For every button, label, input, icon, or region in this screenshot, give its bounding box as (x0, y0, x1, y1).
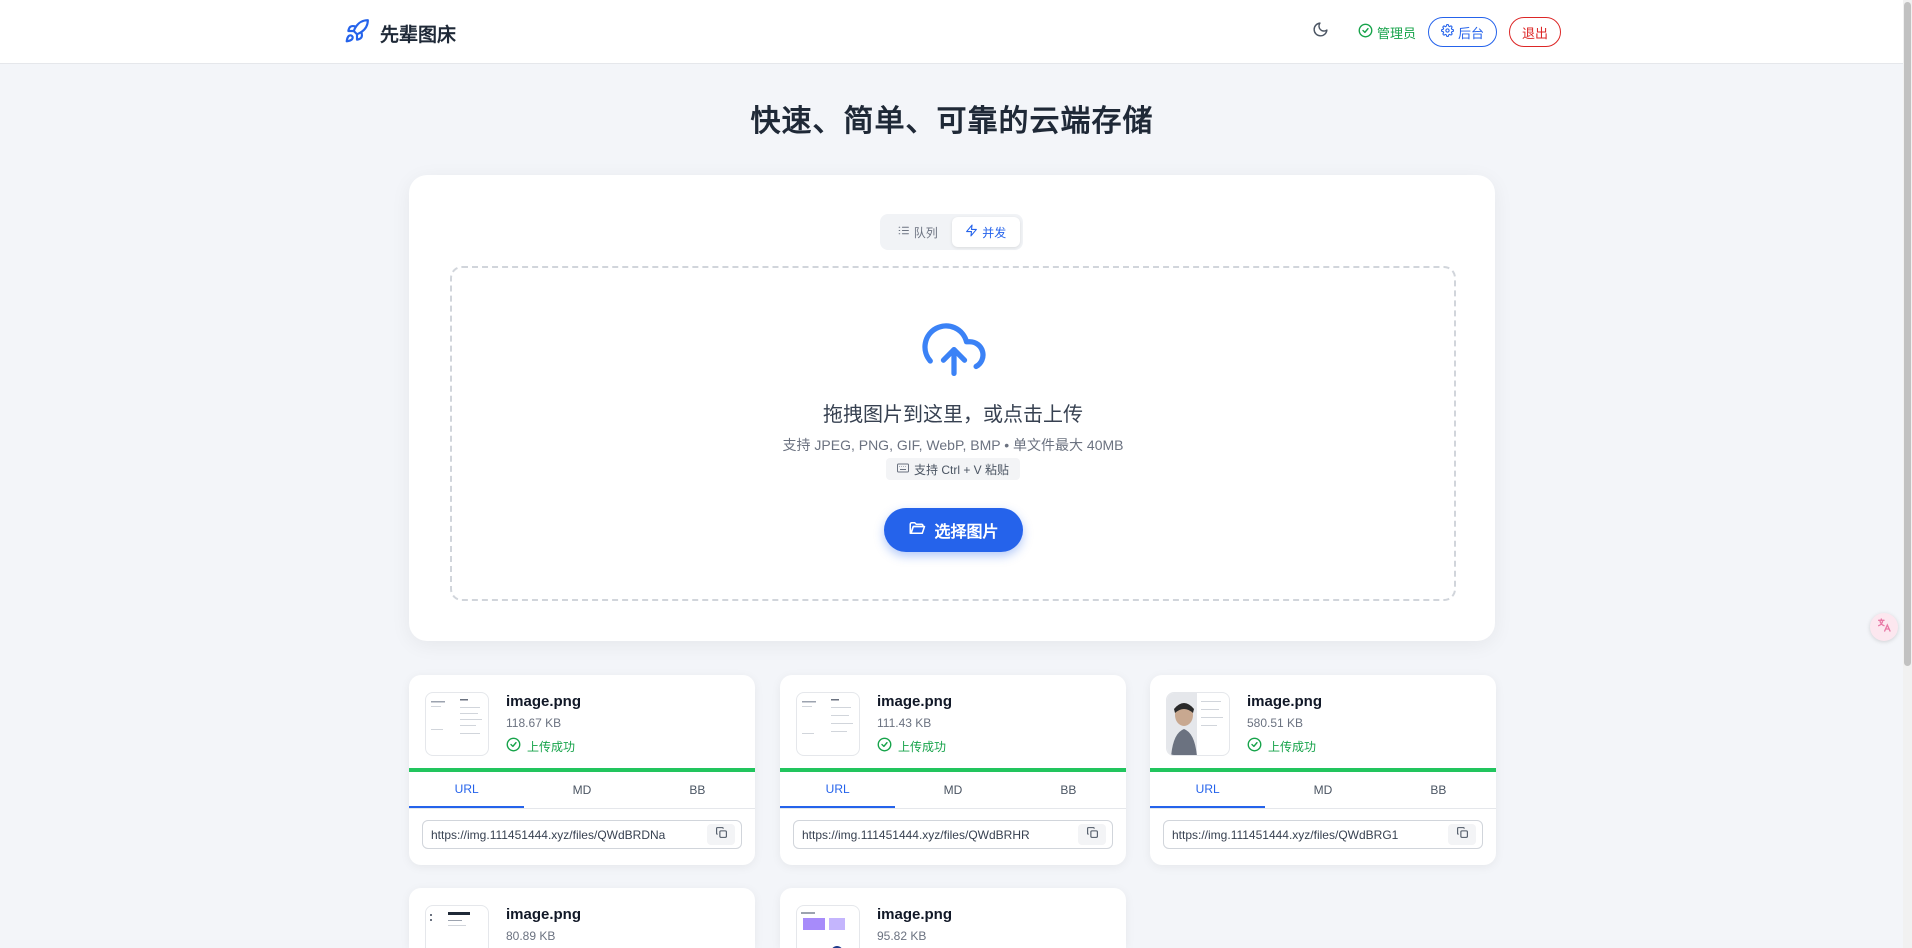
mode-concurrent-option[interactable]: 并发 (951, 217, 1020, 247)
upload-status-label: 上传成功 (527, 739, 576, 754)
moon-icon (1312, 21, 1329, 43)
link-format-tabs: URL MD BB (1150, 772, 1496, 809)
admin-label: 管理员 (1377, 25, 1417, 41)
upload-dropzone[interactable]: 拖拽图片到这里，或点击上传 支持 JPEG, PNG, GIF, WebP, B… (450, 266, 1456, 601)
copy-button[interactable] (1448, 824, 1476, 845)
tab-url[interactable]: URL (409, 772, 525, 808)
upload-status: 上传成功 (506, 737, 575, 755)
upload-status: 上传成功 (1247, 737, 1316, 755)
check-circle-icon (877, 737, 892, 755)
admin-badge: 管理员 (1358, 23, 1416, 42)
upload-result-card: image.png 111.43 KB 上传成功 URL MD BB https… (780, 675, 1126, 865)
file-size: 111.43 KB (877, 716, 932, 730)
copy-icon (1456, 826, 1469, 844)
floating-translate-button[interactable] (1870, 613, 1898, 641)
gear-icon (1441, 24, 1455, 40)
upload-status-label: 上传成功 (898, 739, 947, 754)
translate-icon (1876, 617, 1892, 638)
select-images-button[interactable]: 选择图片 (884, 508, 1023, 552)
copy-button[interactable] (707, 824, 735, 845)
link-value[interactable]: https://img.111451444.xyz/files/QWdBRHR (802, 828, 1050, 842)
mode-queue-label: 队列 (913, 225, 938, 240)
mode-queue-option[interactable]: 队列 (883, 217, 952, 247)
tab-md[interactable]: MD (524, 772, 639, 808)
paste-hint-label: 支持 Ctrl + V 粘贴 (913, 462, 1009, 477)
image-thumbnail (425, 692, 489, 756)
link-value[interactable]: https://img.111451444.xyz/files/QWdBRDNa (431, 828, 679, 842)
image-thumbnail (796, 905, 860, 948)
dropzone-title: 拖拽图片到这里，或点击上传 (823, 404, 1083, 426)
mode-concurrent-label: 并发 (982, 225, 1007, 240)
zap-icon (965, 224, 978, 240)
file-name: image.png (877, 693, 953, 710)
backend-label: 后台 (1458, 25, 1485, 41)
paste-hint: 支持 Ctrl + V 粘贴 (886, 458, 1020, 480)
file-name: image.png (506, 693, 582, 710)
tab-url[interactable]: URL (780, 772, 896, 808)
file-name: image.png (506, 906, 582, 923)
link-field[interactable]: https://img.111451444.xyz/files/QWdBRG1 (1163, 820, 1483, 849)
page-title: 快速、简单、可靠的云端存储 (750, 105, 1154, 138)
link-format-tabs: URL MD BB (409, 772, 755, 809)
file-name: image.png (877, 906, 953, 923)
top-header: 先辈图床 管理员 后台 退出 (0, 0, 1912, 64)
check-circle-icon (1247, 737, 1262, 755)
rocket-icon (344, 18, 370, 49)
page-scrollbar[interactable] (1903, 0, 1912, 948)
file-size: 580.51 KB (1247, 716, 1304, 730)
tab-md[interactable]: MD (1265, 772, 1380, 808)
file-size: 95.82 KB (877, 929, 927, 943)
upload-result-card: image.png 118.67 KB 上传成功 URL MD BB https… (409, 675, 755, 865)
header-actions: 管理员 后台 退出 (1306, 16, 1562, 48)
tab-bb[interactable]: BB (640, 772, 755, 808)
scrollbar-thumb[interactable] (1904, 2, 1911, 666)
tab-md[interactable]: MD (895, 772, 1010, 808)
image-thumbnail (425, 905, 489, 948)
tab-bb[interactable]: BB (1011, 772, 1126, 808)
brand[interactable]: 先辈图床 (344, 18, 456, 49)
cloud-upload-icon (922, 318, 986, 381)
dropzone-subtitle: 支持 JPEG, PNG, GIF, WebP, BMP • 单文件最大 40M… (782, 437, 1124, 453)
theme-toggle-button[interactable] (1306, 18, 1334, 46)
link-value[interactable]: https://img.111451444.xyz/files/QWdBRG1 (1172, 828, 1420, 842)
link-format-tabs: URL MD BB (780, 772, 1126, 809)
upload-card: 队列 并发 拖拽图片到这里，或点击上传 支持 JPEG, PNG, GIF, W… (409, 175, 1495, 641)
file-size: 80.89 KB (506, 929, 556, 943)
list-icon (897, 224, 910, 240)
copy-icon (715, 826, 728, 844)
copy-icon (1086, 826, 1099, 844)
upload-mode-toggle: 队列 并发 (880, 214, 1023, 250)
upload-status-label: 上传成功 (1268, 739, 1317, 754)
upload-status: 上传成功 (877, 737, 946, 755)
upload-result-card: image.png 580.51 KB 上传成功 URL MD BB https… (1150, 675, 1496, 865)
image-thumbnail (796, 692, 860, 756)
check-circle-icon (1358, 23, 1373, 41)
upload-result-card: image.png 80.89 KB (409, 888, 755, 948)
copy-button[interactable] (1078, 824, 1106, 845)
image-thumbnail (1166, 692, 1230, 756)
link-field[interactable]: https://img.111451444.xyz/files/QWdBRHR (793, 820, 1113, 849)
folder-open-icon (908, 519, 926, 542)
file-size: 118.67 KB (506, 716, 562, 730)
tab-bb[interactable]: BB (1381, 772, 1496, 808)
keyboard-icon (896, 462, 909, 476)
select-images-label: 选择图片 (934, 524, 999, 541)
logout-button[interactable]: 退出 (1509, 17, 1562, 47)
link-field[interactable]: https://img.111451444.xyz/files/QWdBRDNa (422, 820, 742, 849)
file-name: image.png (1247, 693, 1323, 710)
upload-result-card: image.png 95.82 KB (780, 888, 1126, 948)
check-circle-icon (506, 737, 521, 755)
tab-url[interactable]: URL (1150, 772, 1266, 808)
logout-label: 退出 (1522, 25, 1549, 41)
brand-name: 先辈图床 (380, 25, 457, 46)
backend-button[interactable]: 后台 (1428, 17, 1498, 47)
